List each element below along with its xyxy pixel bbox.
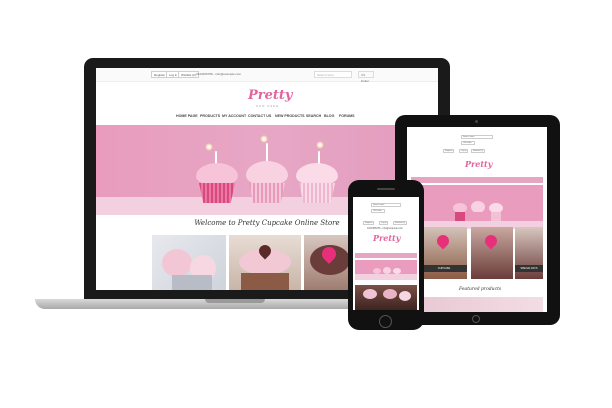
candle-icon: [266, 143, 268, 163]
category-label: SPECIAL DAYS: [515, 265, 543, 272]
wishlist-link[interactable]: Wishlist (0): [393, 221, 407, 225]
menu-bar[interactable]: [355, 253, 417, 258]
featured-heading: Featured products: [459, 287, 502, 292]
site-logo[interactable]: Pretty: [465, 159, 492, 169]
category-label: CUPCAKE: [421, 265, 467, 272]
login-link[interactable]: Log in: [379, 221, 389, 225]
hero-banner[interactable]: [355, 260, 417, 280]
nav-new-products[interactable]: NEW PRODUCTS: [275, 114, 305, 118]
contact-info: 0123456789 - info@example.com: [367, 227, 403, 230]
camera-icon: [475, 120, 478, 123]
currency-select[interactable]: US Dollar: [371, 209, 385, 213]
currency-select[interactable]: US Dollar: [358, 71, 374, 83]
menu-bar[interactable]: [411, 177, 543, 183]
cupcake-image: [196, 143, 238, 203]
wishlist-link[interactable]: Wishlist (0): [471, 149, 485, 153]
search-input[interactable]: Search store: [314, 71, 352, 78]
sparkler-icon: [260, 135, 268, 143]
product-tile[interactable]: [304, 235, 354, 290]
nav-search[interactable]: SEARCH: [306, 114, 321, 118]
device-mockup: Register Log in Wishlist (0) 0123456789 …: [0, 0, 612, 408]
nav-products[interactable]: PRODUCTS: [200, 114, 220, 118]
cupcake-image: [246, 135, 288, 203]
heart-icon: [434, 232, 452, 250]
product-tile[interactable]: [355, 285, 417, 310]
site-logo[interactable]: Pretty: [248, 88, 292, 103]
category-tile[interactable]: CUPCAKE: [421, 227, 467, 279]
sparkler-icon: [316, 141, 324, 149]
speaker-icon: [377, 188, 395, 190]
laptop-notch: [205, 299, 265, 303]
cupcake-image: [296, 141, 338, 203]
nav-contact-us[interactable]: CONTACT US: [248, 114, 271, 118]
home-button-icon: [379, 315, 392, 328]
main-nav: HOME PAGE PRODUCTS MY ACCOUNT CONTACT US…: [96, 112, 438, 122]
product-tile[interactable]: [152, 235, 226, 290]
product-tile[interactable]: [229, 235, 301, 290]
nav-forums[interactable]: FORUMS: [339, 114, 355, 118]
category-tile[interactable]: [471, 227, 513, 279]
site-logo-tagline: CUP CAKE: [256, 104, 280, 108]
login-link[interactable]: Log in: [459, 149, 469, 153]
home-button-icon: [472, 315, 480, 323]
nav-blog[interactable]: BLOG: [324, 114, 334, 118]
hero-banner[interactable]: [411, 185, 543, 229]
search-input[interactable]: Search store: [461, 135, 493, 139]
search-input[interactable]: Search store: [371, 203, 401, 207]
featured-strip: [411, 297, 543, 312]
nav-my-account[interactable]: MY ACCOUNT: [222, 114, 246, 118]
tablet-screen: Search store US Dollar Register Log in W…: [407, 127, 547, 312]
register-link[interactable]: Register: [363, 221, 375, 225]
top-bar: Register Log in Wishlist (0) 0123456789 …: [96, 68, 438, 83]
currency-select[interactable]: US Dollar: [461, 141, 475, 145]
site-logo[interactable]: Pretty: [373, 233, 400, 243]
nav-home[interactable]: HOME PAGE: [176, 114, 198, 118]
register-link[interactable]: Register: [443, 149, 455, 153]
contact-info: 0123456789 - info@example.com: [196, 72, 242, 76]
heart-icon: [482, 232, 500, 250]
phone-screen: Search store US Dollar Register Log in W…: [353, 197, 419, 310]
category-tile[interactable]: SPECIAL DAYS: [515, 227, 543, 279]
sparkler-icon: [205, 143, 213, 151]
